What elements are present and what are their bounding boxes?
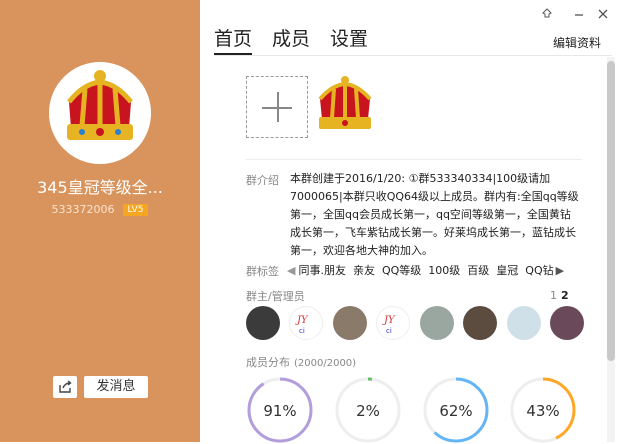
page-2[interactable]: 2 <box>561 289 569 302</box>
ring-label: 91% <box>263 402 297 420</box>
right-panel: 首页 成员 设置 编辑资料 群介绍 本群创建于2016/1/20: ①群533340… <box>200 0 620 444</box>
ring-label: 2% <box>356 402 380 420</box>
member-avatar[interactable] <box>246 306 280 340</box>
member-avatar[interactable]: JY ci <box>289 306 323 340</box>
pin-icon[interactable] <box>541 8 553 24</box>
tag-item[interactable]: QQ等级 <box>382 264 421 277</box>
share-icon <box>59 380 72 393</box>
tag-item[interactable]: QQ钻 <box>525 264 553 277</box>
svg-text:ci: ci <box>386 327 392 335</box>
intro-label: 群介绍 <box>246 174 279 187</box>
share-button[interactable] <box>53 376 77 398</box>
tag-list: ◀ 同事.朋友 亲友 QQ等级 100级 百级 皇冠 QQ钻 ▶ <box>287 262 564 278</box>
member-avatar[interactable] <box>333 306 367 340</box>
member-avatar[interactable] <box>507 306 541 340</box>
tag-item[interactable]: 皇冠 <box>496 264 518 277</box>
section-divider <box>246 159 582 160</box>
tab-home[interactable]: 首页 <box>214 24 253 55</box>
edit-profile-link[interactable]: 编辑资料 <box>553 34 601 51</box>
group-profile-window: 345皇冠等级全... 533372006 LV5 发消息 首页 成员 设置 编辑资料 <box>0 0 620 444</box>
chevron-right-icon[interactable]: ▶ <box>556 264 564 277</box>
group-avatar[interactable] <box>49 62 151 164</box>
tab-bar: 首页 成员 设置 <box>214 24 388 55</box>
send-message-button[interactable]: 发消息 <box>84 376 148 398</box>
tag-item[interactable]: 亲友 <box>353 264 375 277</box>
distribution-count: (2000/2000) <box>294 358 357 369</box>
left-panel: 345皇冠等级全... 533372006 LV5 发消息 <box>0 0 200 442</box>
distribution-label: 成员分布 (2000/2000) <box>246 356 357 369</box>
group-name: 345皇冠等级全... <box>37 178 163 197</box>
distribution-ring[interactable]: 62% <box>422 376 490 444</box>
svg-text:JY: JY <box>382 315 396 326</box>
member-avatar[interactable] <box>463 306 497 340</box>
crown-photo[interactable] <box>312 75 378 141</box>
tag-item[interactable]: 百级 <box>467 264 489 277</box>
level-badge: LV5 <box>122 204 149 216</box>
tag-item[interactable]: 同事.朋友 <box>298 264 346 277</box>
admins-pager: 12 <box>550 289 573 302</box>
member-avatar[interactable] <box>550 306 584 340</box>
tab-settings[interactable]: 设置 <box>330 24 368 51</box>
member-avatar[interactable] <box>420 306 454 340</box>
scrollbar-thumb[interactable] <box>607 61 615 361</box>
scrollbar[interactable] <box>607 57 615 442</box>
add-photo-button[interactable] <box>246 76 308 138</box>
tab-members[interactable]: 成员 <box>272 24 310 51</box>
intro-text: 本群创建于2016/1/20: ①群533340334|100级请加700006… <box>290 172 579 257</box>
minimize-icon[interactable] <box>573 8 585 24</box>
chevron-left-icon[interactable]: ◀ <box>287 264 295 277</box>
member-avatar[interactable]: JY ci <box>376 306 410 340</box>
group-id-row: 533372006 LV5 <box>0 202 200 216</box>
distribution-ring[interactable]: 43% <box>509 376 577 444</box>
crown-icon <box>49 62 151 164</box>
svg-text:ci: ci <box>299 327 305 335</box>
distribution-ring[interactable]: 91% <box>246 376 314 444</box>
svg-text:JY: JY <box>295 315 309 326</box>
ring-label: 62% <box>439 402 473 420</box>
tag-item[interactable]: 100级 <box>428 264 460 277</box>
admins-label: 群主/管理员 <box>246 290 305 303</box>
tags-label: 群标签 <box>246 265 279 278</box>
close-icon[interactable] <box>597 8 609 24</box>
page-1[interactable]: 1 <box>550 289 557 302</box>
ring-label: 43% <box>526 402 560 420</box>
distribution-ring[interactable]: 2% <box>334 376 402 444</box>
tab-divider <box>214 55 612 56</box>
group-id: 533372006 <box>51 203 115 216</box>
